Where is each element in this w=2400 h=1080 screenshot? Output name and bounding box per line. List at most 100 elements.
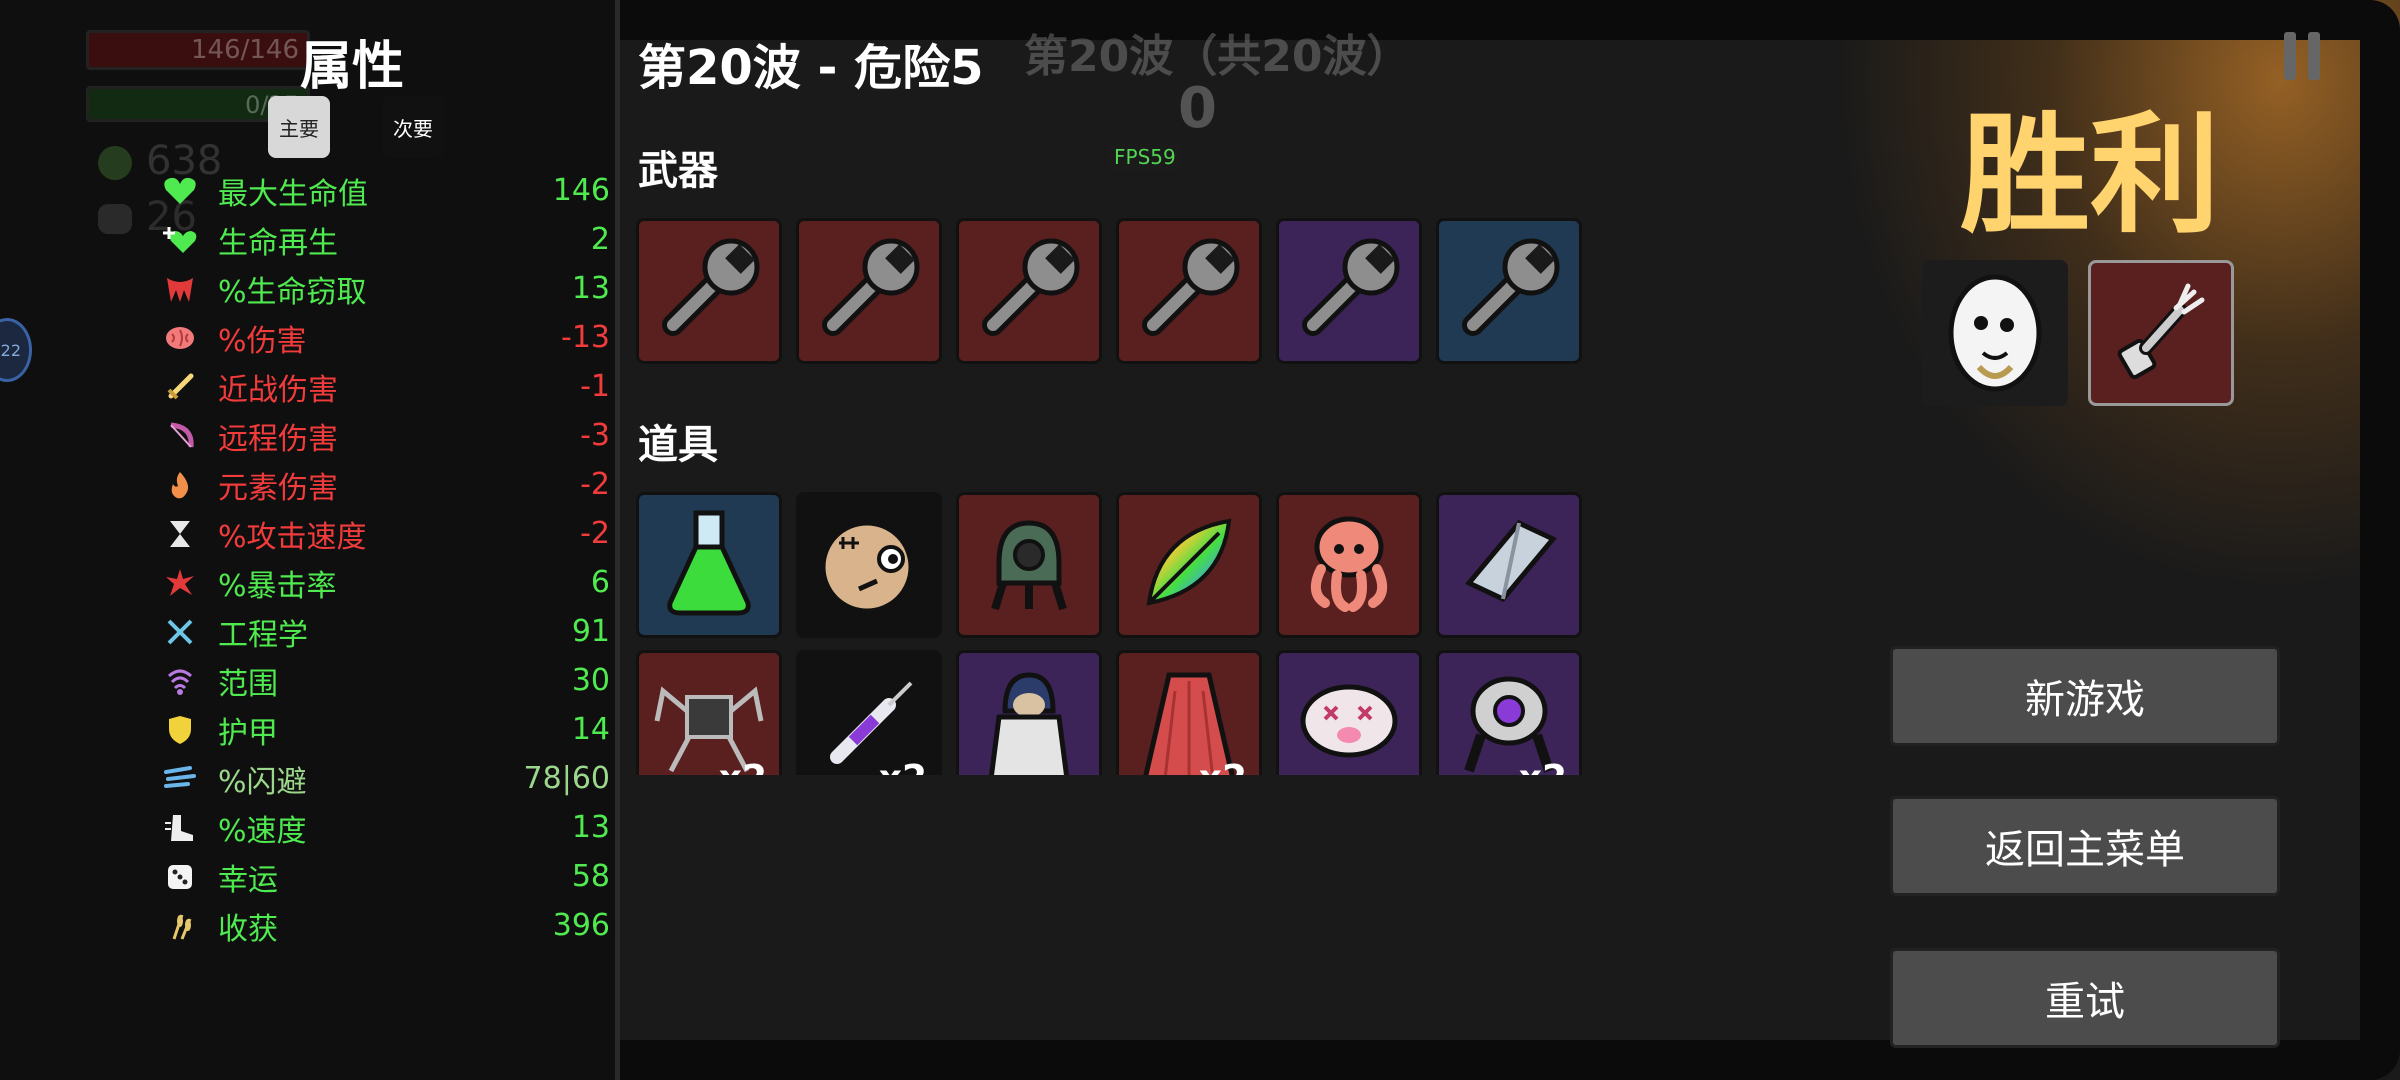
pause-button[interactable] bbox=[2284, 32, 2324, 80]
stat-value: 13 bbox=[571, 810, 610, 845]
stat-row[interactable]: 幸运 58 bbox=[160, 852, 610, 901]
stat-row[interactable]: %暴击率 6 bbox=[160, 558, 610, 607]
stats-list: 最大生命值 146 生命再生 2 %生命窃取 13 %伤害 -13 近战伤害 -1 远程伤害 -3 元素… bbox=[160, 166, 610, 950]
stat-name: 幸运 bbox=[218, 862, 278, 898]
stat-value: -13 bbox=[561, 320, 610, 355]
crit-burst-icon bbox=[160, 563, 200, 603]
weapon-slot[interactable] bbox=[1436, 218, 1582, 364]
item-slot[interactable] bbox=[956, 492, 1102, 638]
potion-flask-icon bbox=[654, 503, 764, 627]
stat-row[interactable]: 近战伤害 -1 bbox=[160, 362, 610, 411]
item-quantity: x2 bbox=[1519, 758, 1567, 775]
stat-name: %伤害 bbox=[218, 323, 307, 359]
shield-icon bbox=[160, 710, 200, 750]
wrench-icon bbox=[809, 229, 929, 353]
item-slot[interactable] bbox=[1116, 492, 1262, 638]
stat-row[interactable]: 元素伤害 -2 bbox=[160, 460, 610, 509]
crossed-wrench-icon bbox=[160, 612, 200, 652]
stat-name: %闪避 bbox=[218, 764, 307, 800]
pink-blob-icon bbox=[1289, 661, 1409, 775]
weapon-slot[interactable] bbox=[636, 218, 782, 364]
stat-row[interactable]: 工程学 91 bbox=[160, 607, 610, 656]
item-slot[interactable] bbox=[796, 492, 942, 638]
pause-bar-left bbox=[2284, 32, 2296, 80]
metal-bar-icon bbox=[1449, 503, 1569, 627]
item-slot[interactable]: x2 bbox=[1436, 650, 1582, 775]
stat-value: 78|60 bbox=[523, 761, 610, 796]
bow-icon bbox=[160, 416, 200, 456]
stat-value: -3 bbox=[580, 418, 610, 453]
stat-name: 范围 bbox=[218, 666, 278, 702]
stat-value: 58 bbox=[571, 859, 610, 894]
stat-name: 远程伤害 bbox=[218, 421, 338, 457]
weapons-title: 武器 bbox=[638, 148, 718, 194]
stat-name: 工程学 bbox=[218, 617, 308, 653]
fps-counter: FPS59 bbox=[1108, 143, 1182, 171]
stitched-head-icon bbox=[809, 503, 929, 627]
hp-bar: 146/146 bbox=[86, 30, 310, 70]
egg-head-icon bbox=[1948, 274, 2042, 392]
stat-row[interactable]: %闪避 78|60 bbox=[160, 754, 610, 803]
wrench-icon bbox=[1129, 229, 1249, 353]
heart-icon bbox=[160, 171, 200, 211]
weapon-slot[interactable] bbox=[796, 218, 942, 364]
materials-icon bbox=[98, 146, 132, 180]
item-slot[interactable] bbox=[956, 650, 1102, 775]
stat-row[interactable]: 收获 396 bbox=[160, 901, 610, 950]
item-slot[interactable] bbox=[1276, 650, 1422, 775]
weapon-slot[interactable] bbox=[956, 218, 1102, 364]
stat-row[interactable]: %伤害 -13 bbox=[160, 313, 610, 362]
sword-icon bbox=[160, 367, 200, 407]
flame-icon bbox=[160, 465, 200, 505]
item-quantity: x2 bbox=[719, 758, 767, 775]
stat-row[interactable]: 远程伤害 -3 bbox=[160, 411, 610, 460]
hourglass-icon bbox=[160, 514, 200, 554]
wave-title: 第20波 - 危险5 bbox=[638, 40, 984, 96]
item-slot[interactable]: x2 bbox=[636, 650, 782, 775]
wrench-icon bbox=[969, 229, 1089, 353]
stat-row[interactable]: 范围 30 bbox=[160, 656, 610, 705]
stat-value: 6 bbox=[590, 565, 610, 600]
wheat-icon bbox=[160, 906, 200, 946]
item-quantity: x2 bbox=[1199, 758, 1247, 775]
new-game-button[interactable]: 新游戏 bbox=[1890, 646, 2280, 746]
hud-wave-ghost: 第20波（共20波） bbox=[1024, 31, 1411, 82]
hooded-figure-icon bbox=[969, 661, 1089, 775]
stat-name: 最大生命值 bbox=[218, 176, 368, 212]
tab-secondary[interactable]: 次要 bbox=[382, 96, 444, 158]
item-slot[interactable]: x2 bbox=[1116, 650, 1262, 775]
item-slot[interactable] bbox=[636, 492, 782, 638]
tab-primary[interactable]: 主要 bbox=[268, 96, 330, 158]
character-slot[interactable] bbox=[1922, 260, 2068, 406]
stats-title: 属性 bbox=[300, 37, 405, 97]
turret-pod-icon bbox=[969, 503, 1089, 627]
stat-row[interactable]: 护甲 14 bbox=[160, 705, 610, 754]
stat-row[interactable]: 生命再生 2 bbox=[160, 215, 610, 264]
stat-value: -1 bbox=[580, 369, 610, 404]
weapon-slot[interactable] bbox=[1276, 218, 1422, 364]
wrench-icon bbox=[1289, 229, 1409, 353]
brain-icon bbox=[160, 318, 200, 358]
stat-row[interactable]: %速度 13 bbox=[160, 803, 610, 852]
starting-weapon-slot[interactable] bbox=[2088, 260, 2234, 406]
stat-value: 30 bbox=[571, 663, 610, 698]
stat-value: -2 bbox=[580, 467, 610, 502]
weapon-slot[interactable] bbox=[1116, 218, 1262, 364]
main-menu-button[interactable]: 返回主菜单 bbox=[1890, 796, 2280, 896]
dice-icon bbox=[160, 857, 200, 897]
stat-name: %攻击速度 bbox=[218, 519, 367, 555]
stat-name: 收获 bbox=[218, 911, 278, 947]
item-slot[interactable] bbox=[1436, 492, 1582, 638]
stats-panel: 146/146 0/25 638 26 属性 主要 次要 最大生命值146生命再… bbox=[0, 0, 620, 1080]
stat-name: %暴击率 bbox=[218, 568, 337, 604]
wrench-icon bbox=[1449, 229, 1569, 353]
stat-row[interactable]: %攻击速度 -2 bbox=[160, 509, 610, 558]
stat-name: 元素伤害 bbox=[218, 470, 338, 506]
item-slot[interactable]: x2 bbox=[796, 650, 942, 775]
item-slot[interactable] bbox=[1276, 492, 1422, 638]
stat-row[interactable]: %生命窃取 13 bbox=[160, 264, 610, 313]
retry-button[interactable]: 重试 bbox=[1890, 948, 2280, 1048]
stat-name: 护甲 bbox=[218, 715, 278, 751]
stat-name: 生命再生 bbox=[218, 225, 338, 261]
stat-row[interactable]: 最大生命值 146 bbox=[160, 166, 610, 215]
